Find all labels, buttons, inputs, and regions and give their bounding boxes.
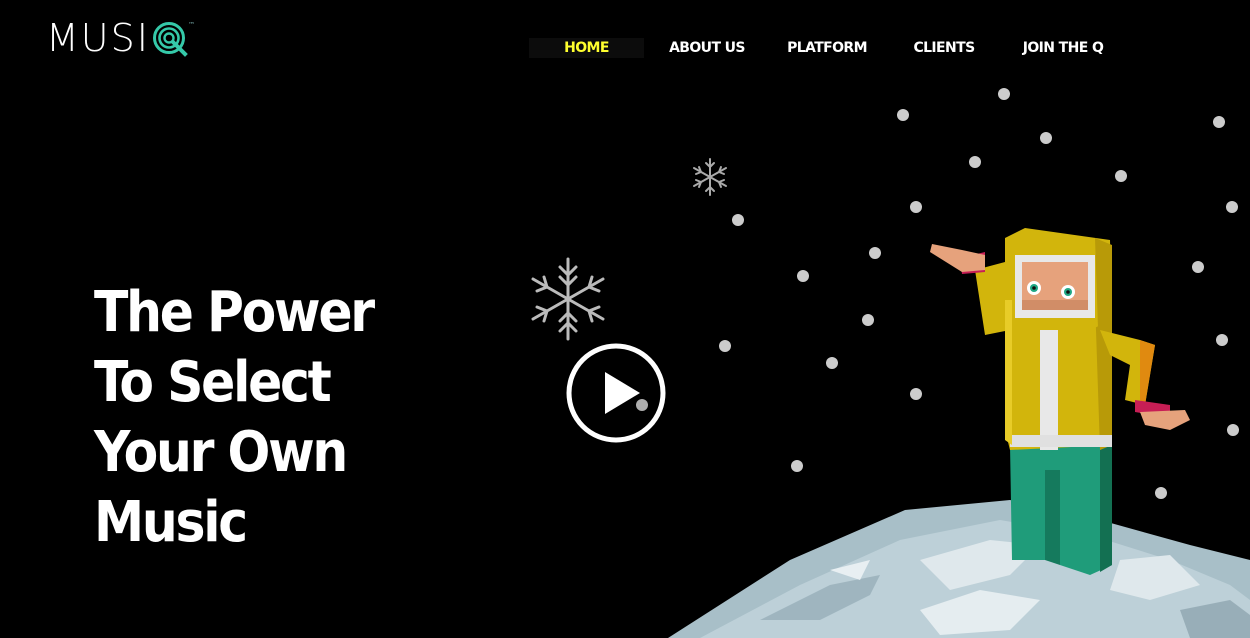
hero-title-line: Music [94, 490, 248, 555]
play-icon [566, 343, 666, 443]
hero-title: The Power To Select Your Own Music [94, 278, 391, 558]
hero-title-line: Your Own [94, 420, 348, 485]
hero-title-line: The Power [94, 280, 375, 345]
play-video-button[interactable] [566, 343, 666, 443]
snowflake-small-icon [693, 158, 727, 196]
snow-dots [636, 88, 1239, 499]
snowflake-icon [531, 257, 605, 341]
hero-title-line: To Select [94, 350, 332, 415]
ice-floe [668, 500, 1250, 638]
